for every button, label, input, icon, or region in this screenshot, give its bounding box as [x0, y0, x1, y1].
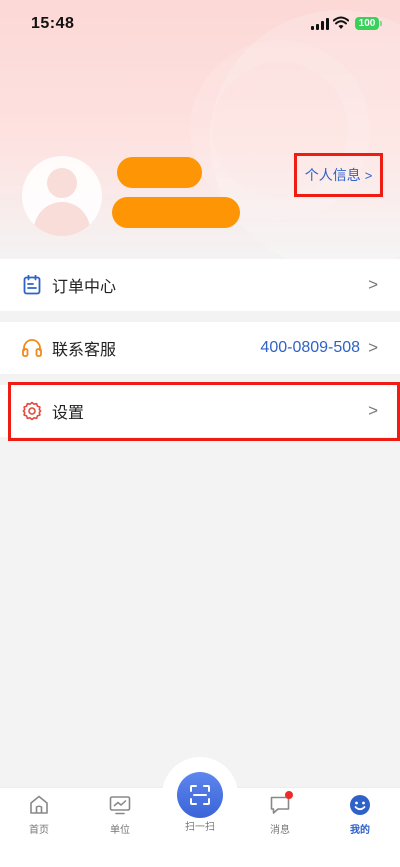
tab-home[interactable]: 首页: [9, 788, 69, 848]
clipboard-icon: [22, 275, 42, 295]
customer-service-row[interactable]: 联系客服 400-0809-508 >: [0, 322, 400, 374]
tab-unit-label: 单位: [110, 825, 130, 836]
status-time: 15:48: [31, 15, 75, 32]
headphones-icon: [22, 338, 42, 358]
tab-mine[interactable]: 我的: [330, 788, 390, 848]
battery-icon: 100: [355, 17, 379, 30]
user-name-redacted: [117, 157, 202, 188]
smiley-face-icon: [350, 795, 370, 815]
order-center-row[interactable]: 订单中心 >: [0, 259, 400, 311]
wifi-icon: [333, 16, 349, 29]
avatar-head: [47, 168, 77, 198]
tab-mine-label: 我的: [350, 825, 370, 836]
chevron-right-icon: >: [364, 167, 373, 183]
unread-badge: [285, 791, 293, 799]
user-id-redacted: [112, 197, 240, 228]
service-phone-number[interactable]: 400-0809-508: [260, 339, 360, 357]
scan-button[interactable]: [177, 772, 223, 818]
battery-tip: [380, 21, 382, 26]
home-icon: [30, 795, 48, 814]
avatar[interactable]: [22, 156, 102, 236]
gear-icon: [22, 401, 42, 421]
cellular-signal-icon: [311, 18, 329, 30]
chevron-right-icon: >: [368, 275, 378, 294]
settings-row[interactable]: 设置 >: [0, 385, 400, 437]
tab-messages-label: 消息: [270, 825, 290, 836]
monitor-chart-icon: [109, 796, 131, 815]
order-center-label: 订单中心: [52, 279, 117, 296]
message-bubble-icon: [269, 791, 293, 816]
chevron-right-icon: >: [368, 338, 378, 357]
tab-messages[interactable]: 消息: [250, 788, 310, 848]
settings-label: 设置: [52, 405, 85, 422]
status-bar: 15:48 100: [0, 0, 400, 48]
chevron-right-icon: >: [368, 401, 378, 420]
customer-service-label: 联系客服: [52, 342, 117, 359]
tab-scan-label: 扫一扫: [185, 822, 215, 833]
personal-info-label: 个人信息: [304, 167, 361, 183]
tab-home-label: 首页: [29, 825, 49, 836]
tab-unit[interactable]: 单位: [90, 788, 150, 848]
personal-info-link[interactable]: 个人信息 >: [294, 153, 383, 197]
avatar-body: [34, 202, 90, 236]
scan-icon: [190, 785, 210, 805]
